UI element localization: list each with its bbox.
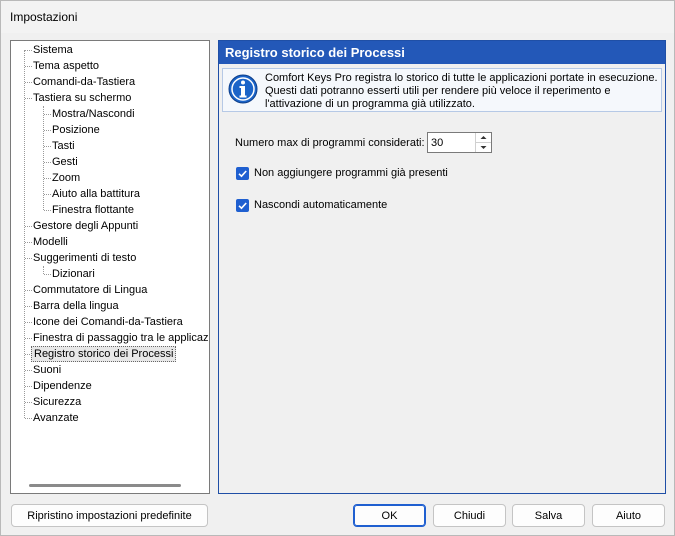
tree-item[interactable]: Icone dei Comandi-da-Tastiera <box>31 314 185 330</box>
tree-item[interactable]: Avanzate <box>31 410 81 426</box>
checkmark-icon <box>238 170 247 178</box>
tree-item[interactable]: Modelli <box>31 234 70 250</box>
chevron-down-icon <box>480 146 487 149</box>
tree-item-label: Posizione <box>52 124 100 136</box>
tree-item[interactable]: Posizione <box>50 122 102 138</box>
max-programs-label: Numero max di programmi considerati: <box>235 137 425 149</box>
no-duplicates-checkbox[interactable] <box>236 167 249 180</box>
auto-hide-label: Nascondi automaticamente <box>254 199 388 211</box>
tree-item[interactable]: Zoom <box>50 170 82 186</box>
panel-title: Registro storico dei Processi <box>219 41 665 64</box>
info-box: Comfort Keys Pro registra lo storico di … <box>222 68 662 112</box>
tree-item-label: Dipendenze <box>33 380 92 392</box>
tree-item-label: Tastiera su schermo <box>33 92 132 104</box>
info-icon <box>228 74 258 104</box>
no-duplicates-option[interactable]: Non aggiungere programmi già presenti <box>236 167 466 181</box>
tree-item[interactable]: Suoni <box>31 362 63 378</box>
tree-item-label: Finestra di passaggio tra le applicazion… <box>33 332 210 344</box>
tree-item-label: Sicurezza <box>33 396 82 408</box>
tree-item[interactable]: Aiuto alla battitura <box>50 186 142 202</box>
tree-item-label: Registro storico dei Processi <box>31 346 177 362</box>
tree-connector <box>24 50 25 418</box>
save-button[interactable]: Salva <box>512 504 585 527</box>
auto-hide-checkbox[interactable] <box>236 199 249 212</box>
tree-item[interactable]: Sicurezza <box>31 394 83 410</box>
close-button[interactable]: Chiudi <box>433 504 506 527</box>
info-text: Comfort Keys Pro registra lo storico di … <box>265 72 658 110</box>
tree-item-label: Mostra/Nascondi <box>52 108 135 120</box>
tree-horizontal-scrollbar[interactable] <box>29 484 181 487</box>
tree-item-label: Suoni <box>33 364 62 376</box>
tree-item-label: Icone dei Comandi-da-Tastiera <box>33 316 183 328</box>
ok-button[interactable]: OK <box>353 504 426 527</box>
tree-item-label: Sistema <box>33 44 73 56</box>
tree-item-label: Suggerimenti di testo <box>33 252 137 264</box>
stepper-down-button[interactable] <box>476 143 491 152</box>
max-programs-stepper[interactable] <box>427 132 492 153</box>
chevron-up-icon <box>480 136 487 139</box>
tree-connector <box>43 266 44 274</box>
tree-item-label: Dizionari <box>52 268 95 280</box>
tree-item-label: Comandi-da-Tastiera <box>33 76 136 88</box>
tree-item-label: Gesti <box>52 156 78 168</box>
tree-item[interactable]: Sistema <box>31 42 75 58</box>
tree-item[interactable]: Dizionari <box>50 266 97 282</box>
title-bar: Impostazioni <box>1 1 674 33</box>
tree-item[interactable]: Registro storico dei Processi <box>31 346 177 362</box>
reset-defaults-button[interactable]: Ripristino impostazioni predefinite <box>11 504 208 527</box>
tree-item[interactable]: Barra della lingua <box>31 298 121 314</box>
tree-item-label: Zoom <box>52 172 81 184</box>
tree-item[interactable]: Commutatore di Lingua <box>31 282 149 298</box>
tree-item[interactable]: Comandi-da-Tastiera <box>31 74 137 90</box>
settings-tree[interactable]: Sistema Tema aspetto Comandi-da-Tastiera Ta… <box>10 40 210 494</box>
tree-item[interactable]: Gestore degli Appunti <box>31 218 140 234</box>
no-duplicates-label: Non aggiungere programmi già presenti <box>254 167 448 179</box>
settings-window: Impostazioni Sistema Tema aspetto Comandi-… <box>0 0 675 536</box>
tree-item[interactable]: Finestra di passaggio tra le applicazion… <box>31 330 210 346</box>
content-panel: Registro storico dei Processi Comfort Ke… <box>218 40 666 494</box>
help-button[interactable]: Aiuto <box>592 504 665 527</box>
max-programs-input[interactable] <box>428 133 477 152</box>
tree-item[interactable]: Tema aspetto <box>31 58 101 74</box>
tree-item[interactable]: Finestra flottante <box>50 202 136 218</box>
tree-item-label: Commutatore di Lingua <box>33 284 148 296</box>
tree-item-label: Tema aspetto <box>33 60 100 72</box>
tree-item-label: Gestore degli Appunti <box>33 220 139 232</box>
tree-item-label: Aiuto alla battitura <box>52 188 141 200</box>
tree-item-label: Modelli <box>33 236 68 248</box>
tree-item-label: Tasti <box>52 140 75 152</box>
tree-item-label: Barra della lingua <box>33 300 119 312</box>
auto-hide-option[interactable]: Nascondi automaticamente <box>236 199 406 213</box>
tree-item[interactable]: Tasti <box>50 138 77 154</box>
tree-item-label: Finestra flottante <box>52 204 134 216</box>
tree-item[interactable]: Gesti <box>50 154 80 170</box>
stepper-arrows <box>475 133 491 152</box>
tree-item[interactable]: Tastiera su schermo <box>31 90 133 106</box>
tree-item[interactable]: Mostra/Nascondi <box>50 106 137 122</box>
tree-item-label: Avanzate <box>33 412 79 424</box>
checkmark-icon <box>238 202 247 210</box>
stepper-up-button[interactable] <box>476 133 491 143</box>
window-title: Impostazioni <box>10 10 78 24</box>
tree-item[interactable]: Dipendenze <box>31 378 94 394</box>
tree-item[interactable]: Suggerimenti di testo <box>31 250 138 266</box>
